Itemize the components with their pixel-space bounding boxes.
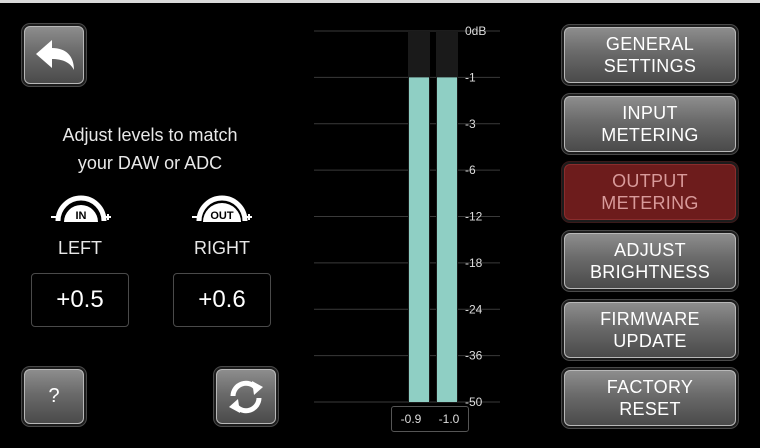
meter-scale-label: -24: [465, 302, 483, 316]
meter-scale-label: -36: [465, 349, 483, 363]
general-settings-line2: SETTINGS: [603, 56, 697, 76]
output-metering-button[interactable]: OUTPUT METERING: [564, 164, 736, 220]
adjust-brightness-line2: BRIGHTNESS: [589, 262, 711, 282]
factory-reset-button[interactable]: FACTORY RESET: [564, 370, 736, 426]
meter-scale-label: -6: [465, 163, 476, 177]
output-metering-line2: METERING: [601, 193, 699, 213]
output-metering-line1: OUTPUT: [612, 171, 688, 191]
right-peak-value: -1.0: [438, 412, 460, 426]
firmware-update-line2: UPDATE: [613, 331, 687, 351]
meter-scale-label: -12: [465, 210, 483, 224]
input-metering-line1: INPUT: [622, 103, 678, 123]
left-peak-value: -0.9: [400, 412, 422, 426]
firmware-update-button[interactable]: FIRMWARE UPDATE: [564, 302, 736, 358]
meter-scale-label: 0dB: [465, 24, 486, 38]
factory-reset-line1: FACTORY: [606, 377, 694, 397]
adjust-brightness-button[interactable]: ADJUST BRIGHTNESS: [564, 233, 736, 289]
factory-reset-line2: RESET: [619, 399, 681, 419]
left-meter-bar: [409, 77, 429, 402]
meter-scale-label: -18: [465, 256, 483, 270]
adjust-brightness-line1: ADJUST: [614, 240, 686, 260]
general-settings-line1: GENERAL: [605, 34, 695, 54]
input-metering-button[interactable]: INPUT METERING: [564, 96, 736, 152]
right-meter-bar: [437, 77, 457, 402]
input-metering-line2: METERING: [601, 125, 699, 145]
meter-scale-label: -3: [465, 117, 476, 131]
firmware-update-line1: FIRMWARE: [600, 309, 700, 329]
peak-readout: -0.9 -1.0: [391, 406, 469, 432]
meter-scale-label: -1: [465, 70, 476, 84]
general-settings-button[interactable]: GENERAL SETTINGS: [564, 27, 736, 83]
